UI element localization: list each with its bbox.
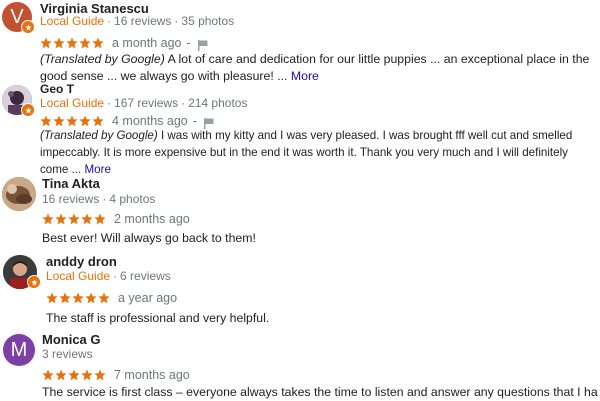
avatar[interactable]: M	[3, 334, 35, 366]
photos-count: 4 photos	[109, 192, 156, 206]
star-icon	[46, 292, 58, 304]
avatar[interactable]	[3, 255, 41, 289]
reviewer-meta: Local Guide · 167 reviews · 214 photos	[40, 96, 248, 110]
review-text-segment: I was with my kitty and I was very pleas…	[160, 129, 573, 142]
review-text-line: come ... More	[40, 161, 600, 178]
review-time: a year ago	[118, 291, 178, 305]
photos-count: 214 photos	[188, 96, 248, 110]
avatar-photo	[2, 177, 36, 211]
star-icon	[92, 37, 104, 49]
local-guide-label: Local Guide	[40, 14, 105, 28]
star-icon	[42, 369, 54, 381]
translated-label: (Translated by Google)	[40, 52, 165, 66]
reviews-count: 6 reviews	[120, 269, 171, 283]
star-rating	[40, 115, 105, 127]
review-time: a month ago	[112, 36, 182, 50]
local-guide-label: Local Guide	[46, 269, 111, 283]
reviewer-name[interactable]: Monica G	[42, 332, 101, 347]
reviews-count: 16 reviews	[42, 192, 100, 206]
reviews-count: 16 reviews	[114, 14, 172, 28]
flag-icon[interactable]	[203, 116, 214, 129]
separator: -	[192, 114, 197, 128]
reviews-count: 167 reviews	[114, 96, 179, 110]
star-icon	[53, 115, 65, 127]
star-icon	[68, 369, 80, 381]
review-text: The service is first class – everyone al…	[42, 385, 598, 399]
reviewer-meta: Local Guide · 16 reviews · 35 photos	[40, 14, 235, 28]
flag-icon[interactable]	[197, 38, 208, 51]
reviewer-name[interactable]: Tina Akta	[42, 176, 100, 191]
star-icon	[68, 213, 80, 225]
star-icon	[53, 37, 65, 49]
review-text-segment: come ...	[40, 163, 82, 176]
more-link[interactable]: More	[291, 69, 319, 83]
reviewer-name[interactable]: anddy dron	[46, 254, 117, 269]
review-text: (Translated by Google) A lot of care and…	[40, 51, 600, 85]
star-icon	[42, 213, 54, 225]
review-text: (Translated by Google) I was with my kit…	[40, 127, 600, 178]
star-icon	[40, 37, 52, 49]
star-icon	[72, 292, 84, 304]
separator: -	[186, 36, 191, 50]
reviewer-meta: 3 reviews	[42, 347, 93, 361]
star-icon	[66, 37, 78, 49]
star-icon	[66, 115, 78, 127]
review-time: 7 months ago	[114, 368, 190, 382]
star-rating	[42, 213, 107, 225]
rating-row: a month ago -	[40, 36, 208, 51]
review-time: 2 months ago	[114, 212, 190, 226]
rating-row: 7 months ago	[42, 368, 190, 382]
avatar[interactable]	[2, 177, 36, 211]
star-icon	[79, 115, 91, 127]
review-text-segment: impeccably. It is more expensive but in …	[40, 146, 568, 159]
reviewer-name[interactable]: Geo T	[40, 82, 74, 96]
star-rating	[42, 369, 107, 381]
avatar[interactable]	[2, 85, 35, 117]
star-icon	[98, 292, 110, 304]
rating-row: 2 months ago	[42, 212, 190, 226]
local-guide-badge-icon	[21, 103, 35, 117]
reviews-count: 3 reviews	[42, 347, 93, 361]
review-text-line: good sense ... we always go with pleasur…	[40, 68, 600, 85]
translated-label: (Translated by Google)	[40, 129, 158, 142]
star-icon	[79, 37, 91, 49]
star-rating	[40, 37, 105, 49]
review-text-line: (Translated by Google) A lot of care and…	[40, 51, 600, 68]
star-icon	[94, 369, 106, 381]
star-icon	[85, 292, 97, 304]
local-guide-label: Local Guide	[40, 96, 105, 110]
rating-row: a year ago	[46, 291, 177, 305]
star-icon	[92, 115, 104, 127]
review-text-line: impeccably. It is more expensive but in …	[40, 144, 600, 161]
local-guide-badge-icon	[27, 275, 41, 289]
star-icon	[55, 213, 67, 225]
review-text-segment: A lot of care and dedication for our lit…	[167, 52, 590, 66]
star-icon	[40, 115, 52, 127]
more-link[interactable]: More	[84, 163, 110, 176]
photos-count: 35 photos	[181, 14, 235, 28]
review-text: The staff is professional and very helpf…	[46, 311, 270, 325]
rating-row: 4 months ago -	[40, 114, 214, 129]
star-icon	[81, 369, 93, 381]
star-rating	[46, 292, 111, 304]
review-time: 4 months ago	[112, 114, 188, 128]
avatar[interactable]: V	[2, 2, 35, 34]
star-icon	[94, 213, 106, 225]
star-icon	[59, 292, 71, 304]
review-text-segment: good sense ... we always go with pleasur…	[40, 69, 288, 83]
reviewer-meta: Local Guide · 6 reviews	[46, 269, 171, 283]
review-text: Best ever! Will always go back to them!	[42, 231, 256, 245]
review-text-line: (Translated by Google) I was with my kit…	[40, 127, 600, 144]
local-guide-badge-icon	[21, 20, 35, 34]
reviewer-meta: 16 reviews · 4 photos	[42, 192, 156, 206]
avatar-letter: M	[3, 334, 35, 366]
star-icon	[55, 369, 67, 381]
star-icon	[81, 213, 93, 225]
